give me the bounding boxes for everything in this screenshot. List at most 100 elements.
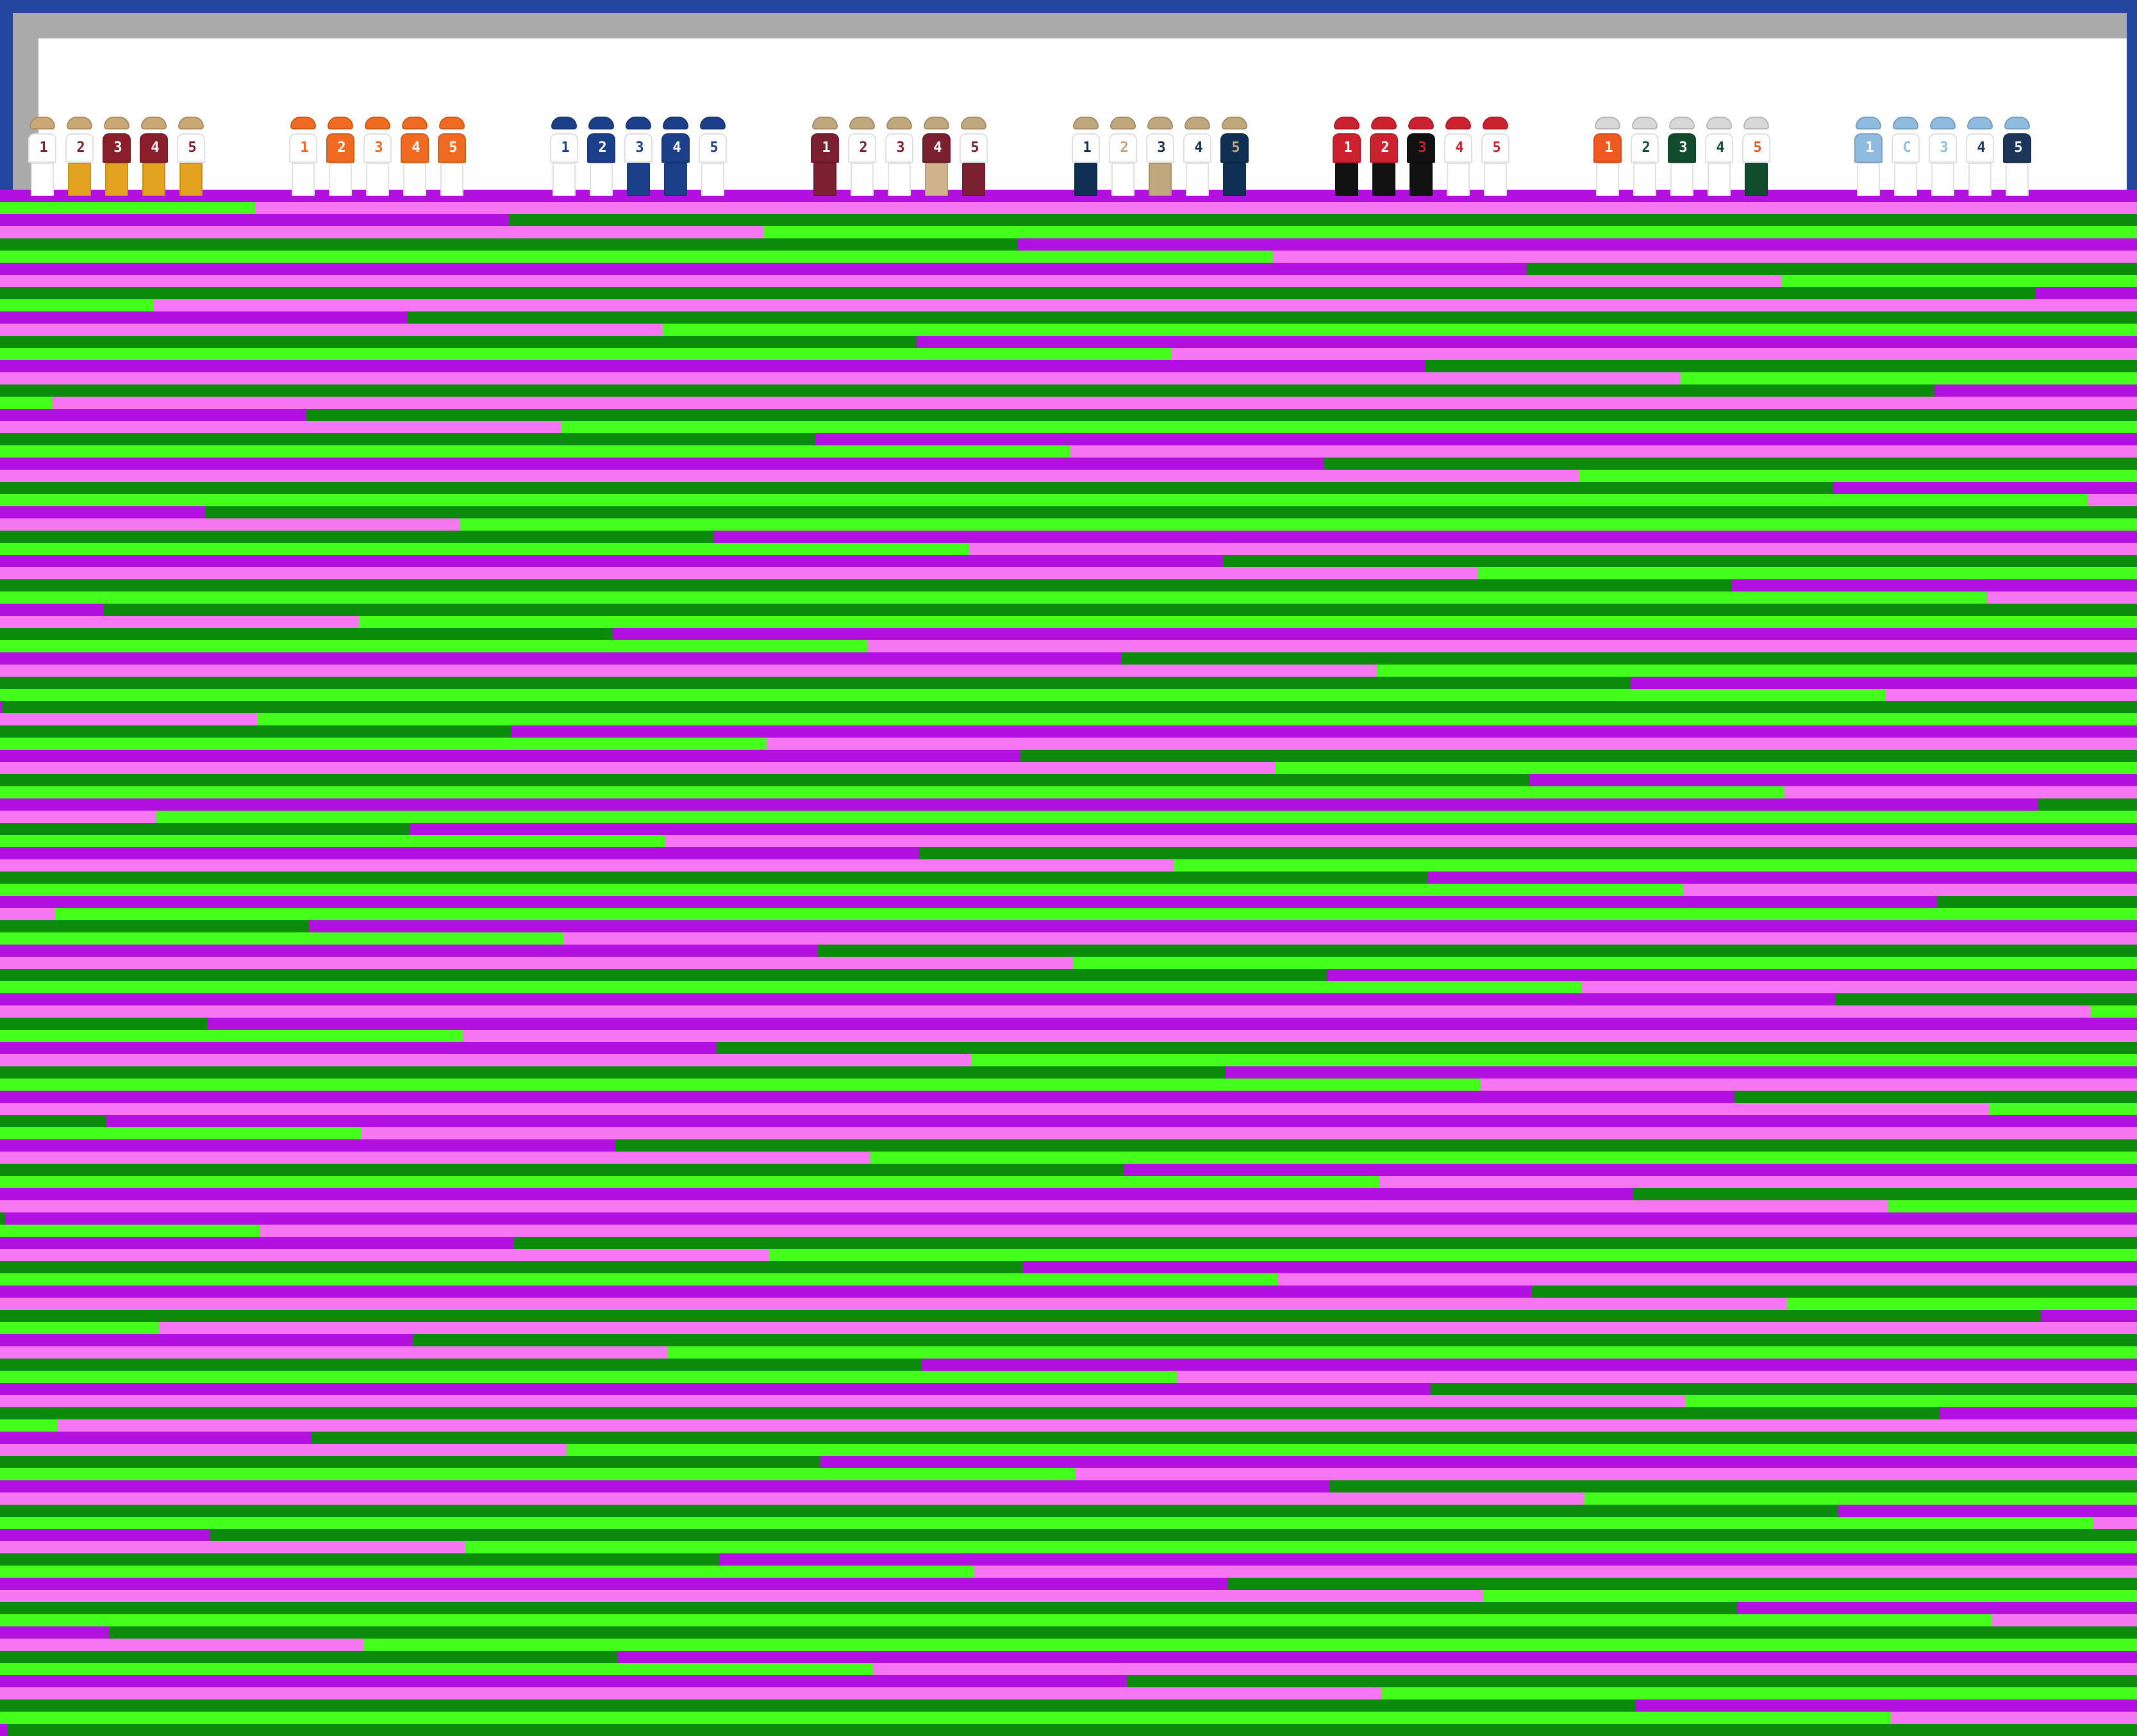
stripe-segment: [106, 1115, 2137, 1127]
stripe-segment: [717, 1042, 2137, 1054]
stripe-segment: [0, 1456, 820, 1468]
uniform-figure: 1: [808, 117, 842, 196]
stripe-segment: [57, 1419, 2137, 1432]
stripe-segment: [0, 701, 3, 713]
uniform-figure: 5: [1479, 117, 1512, 196]
stripe-segment: [763, 226, 2137, 238]
stripe-segment: [0, 1042, 717, 1054]
jersey-number: 2: [859, 140, 868, 156]
stripe-segment: [0, 616, 358, 628]
stripe-segment: [0, 665, 1376, 677]
stripe-segment: [0, 324, 662, 336]
stripe-segment: [0, 981, 1581, 993]
stripe-segment: [1127, 1675, 2137, 1687]
stripe-segment: [1275, 762, 2137, 774]
stripe-segment: [1072, 957, 2137, 969]
jersey-number: 1: [300, 140, 309, 156]
jersey-number: 3: [896, 140, 905, 156]
stripe-segment: [0, 421, 561, 433]
stripe-segment: [974, 1566, 2137, 1578]
pants: [440, 163, 463, 196]
stripe-segment: [0, 506, 205, 518]
uniform-figure: 5: [435, 117, 469, 196]
team-group: 1 2 3 4 5: [287, 117, 472, 196]
stripe-segment: [158, 1322, 2137, 1334]
stripe-segment: [210, 1529, 2137, 1541]
stripe-segment: [0, 579, 1732, 591]
stripe-segment: [0, 287, 2036, 299]
stripe-segment: [1023, 1261, 2137, 1273]
jersey-number: 3: [1157, 140, 1166, 156]
uniform-figure: 4: [659, 117, 692, 196]
jersey: 1: [28, 133, 56, 163]
stripe-segment: [1174, 859, 2137, 872]
stripe-segment: [2093, 1517, 2137, 1529]
uniform-figure: 2: [324, 117, 357, 196]
uniform-figure: 1: [287, 117, 320, 196]
jersey: 1: [550, 133, 578, 163]
stripe-segment: [0, 1578, 1228, 1590]
stripe-segment: [1329, 1480, 2137, 1492]
helmet-icon: [626, 117, 651, 129]
helmet-icon: [1110, 117, 1136, 129]
uniform-figure: 1: [1591, 117, 1624, 196]
stripe-segment: [1890, 1712, 2137, 1724]
helmet-icon: [1334, 117, 1360, 129]
uniform-figure: 4: [398, 117, 431, 196]
jersey-number: 4: [1194, 140, 1203, 156]
jersey-number: 2: [1642, 140, 1651, 156]
stripe-segment: [0, 348, 1171, 360]
jersey-number: 3: [374, 140, 383, 156]
stripe-segment: [2041, 1310, 2137, 1322]
jersey: 5: [177, 133, 205, 163]
stripe-segment: [0, 1030, 462, 1042]
uniform-figure: 1: [26, 117, 59, 196]
stripe-segment: [0, 774, 1529, 786]
helmet-icon: [29, 117, 55, 129]
pants: [888, 163, 911, 196]
helmet-icon: [663, 117, 688, 129]
helmet-icon: [1669, 117, 1695, 129]
jersey: 3: [885, 133, 913, 163]
team-group: 1 2 3 4 5: [26, 117, 212, 196]
stripe-segment: [0, 1152, 870, 1164]
stripe-segment: [0, 640, 867, 652]
stripe-segment: [0, 1225, 260, 1237]
stripe-segment: [714, 531, 2137, 543]
stripe-segment: [410, 823, 2137, 835]
stripe-segment: [1680, 372, 2137, 384]
jersey-number: 4: [1977, 140, 1986, 156]
stripe-segment: [2038, 798, 2137, 811]
stripe-segment: [0, 372, 1680, 384]
stripe-segment: [662, 324, 2137, 336]
stripe-segment: [0, 251, 1272, 263]
stripe-segment: [462, 1030, 2137, 1042]
stripe-segment: [0, 360, 1426, 372]
stripe-segment: [2036, 287, 2137, 299]
stripe-segment: [0, 1285, 1532, 1298]
stripe-segment: [1124, 1164, 2137, 1176]
uniform-figure: 2: [1106, 117, 1140, 196]
helmet-icon: [402, 117, 428, 129]
jersey: 1: [811, 133, 839, 163]
stripe-segment: [1781, 275, 2137, 287]
stripe-segment: [0, 786, 1784, 798]
stripe-segment: [1579, 470, 2137, 482]
jersey: 5: [960, 133, 988, 163]
pants: [1894, 163, 1917, 196]
stripe-segment: [1426, 360, 2137, 372]
stripe-segment: [0, 531, 714, 543]
helmet-icon: [141, 117, 167, 129]
stripe-segment: [1732, 579, 2137, 591]
stripe-segment: [0, 458, 1324, 470]
stripe-segment: [0, 1103, 1989, 1115]
uniform-figure: 3: [1665, 117, 1699, 196]
pants: [1931, 163, 1954, 196]
team-group: 1 2 3 4 5: [1330, 117, 1516, 196]
jersey: 3: [1407, 133, 1435, 163]
jersey: 4: [1183, 133, 1211, 163]
jersey: 1: [1593, 133, 1622, 163]
jersey-number: 1: [1604, 140, 1613, 156]
stripe-segment: [719, 1553, 2137, 1566]
helmet-icon: [1408, 117, 1434, 129]
